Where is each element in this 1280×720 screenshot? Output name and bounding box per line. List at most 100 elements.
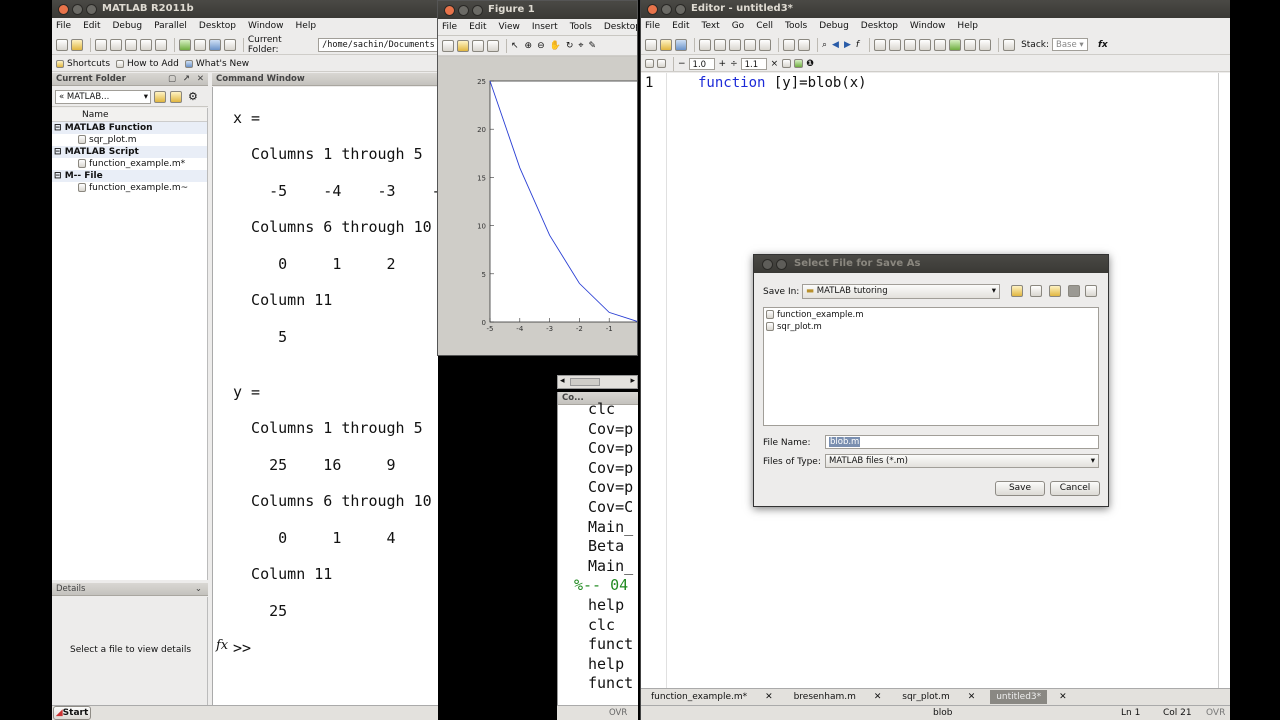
details-view-icon[interactable] [1085, 285, 1097, 297]
home-icon[interactable] [1030, 285, 1042, 297]
copy-icon[interactable] [714, 38, 726, 51]
menu-debug[interactable]: Debug [113, 21, 143, 31]
redo-icon[interactable] [154, 38, 167, 51]
fx-browse-icon[interactable]: f [856, 40, 859, 50]
history-item[interactable]: %-- 04 [574, 576, 628, 594]
history-item[interactable]: help [588, 596, 624, 614]
simulink-icon[interactable] [178, 38, 191, 51]
run-icon[interactable] [949, 38, 962, 51]
ed-menu-edit[interactable]: Edit [672, 21, 689, 31]
tree-group[interactable]: ⊟ MATLAB Function [52, 122, 207, 134]
tab-close-icon[interactable]: ✕ [868, 690, 888, 704]
history-item[interactable]: help [588, 655, 624, 673]
fig-menu-edit[interactable]: Edit [469, 22, 486, 32]
close-icon[interactable] [647, 4, 658, 15]
pointer-icon[interactable]: ↖ [511, 41, 519, 51]
tree-file[interactable]: function_example.m~ [52, 182, 207, 194]
create-folder-icon[interactable] [1049, 285, 1061, 297]
tab-close-icon[interactable]: ✕ [759, 690, 779, 704]
ed-menu-tools[interactable]: Tools [785, 21, 807, 31]
file-item[interactable]: function_example.m [766, 310, 864, 320]
copy-icon[interactable] [109, 38, 122, 51]
tab-close-icon[interactable]: ✕ [962, 690, 982, 704]
data-cursor-icon[interactable]: ⌖ [578, 41, 583, 51]
tree-file[interactable]: sqr_plot.m [52, 134, 207, 146]
zoom-out-icon[interactable]: ⊖ [537, 41, 545, 51]
cell-advance-icon[interactable] [794, 59, 804, 68]
forward-icon[interactable]: ▶ [844, 40, 851, 50]
multiply-icon[interactable]: × [771, 59, 779, 69]
panel-close-icon[interactable]: ✕ [197, 73, 204, 86]
minimize-icon[interactable] [72, 4, 83, 15]
new-file-icon[interactable] [645, 38, 657, 51]
close-icon[interactable] [762, 259, 773, 270]
help-browser-icon[interactable] [223, 38, 236, 51]
pan-icon[interactable]: ✋ [550, 41, 561, 51]
save-in-select[interactable]: ▬ MATLAB tutoring ▾ [802, 284, 1000, 299]
tree-group[interactable]: ⊟ M-- File [52, 170, 207, 182]
tab-function-example[interactable]: function_example.m* [645, 690, 753, 704]
cell-eval-icon[interactable] [657, 59, 666, 68]
whats-new-link[interactable]: What's New [196, 59, 249, 69]
cut-icon[interactable] [94, 38, 107, 51]
history-item[interactable]: Beta [588, 537, 624, 555]
open-folder-icon[interactable] [660, 38, 672, 51]
paste-icon[interactable] [124, 38, 137, 51]
fx-icon[interactable]: fx [1098, 40, 1108, 50]
print-icon[interactable] [783, 38, 795, 51]
history-item[interactable]: clc [588, 616, 615, 634]
how-to-add-link[interactable]: How to Add [127, 59, 179, 69]
menu-window[interactable]: Window [248, 21, 284, 31]
fig-menu-tools[interactable]: Tools [570, 22, 592, 32]
brush-icon[interactable]: ✎ [588, 41, 596, 51]
menu-edit[interactable]: Edit [83, 21, 100, 31]
maximize-icon[interactable] [776, 259, 787, 270]
file-item[interactable]: sqr_plot.m [766, 322, 822, 332]
new-folder-icon[interactable] [170, 91, 182, 103]
scroll-thumb[interactable] [570, 378, 600, 386]
up-one-level-icon[interactable] [1011, 285, 1023, 297]
paste-icon[interactable] [729, 38, 741, 51]
tree-file[interactable]: function_example.m* [52, 158, 207, 170]
history-item[interactable]: Cov=p [588, 459, 633, 477]
stack-select[interactable]: Base ▾ [1052, 38, 1089, 51]
list-view-icon[interactable] [1068, 285, 1080, 297]
stack-icon[interactable] [1003, 38, 1016, 51]
files-of-type-select[interactable]: MATLAB files (*.m) ▾ [825, 454, 1099, 468]
new-file-icon[interactable] [56, 38, 68, 51]
ed-menu-cell[interactable]: Cell [756, 21, 773, 31]
fx-icon[interactable]: fx [216, 638, 228, 653]
back-icon[interactable]: ◀ [832, 40, 839, 50]
menu-parallel[interactable]: Parallel [154, 21, 187, 31]
history-item[interactable]: Main_ [588, 518, 633, 536]
close-icon[interactable] [58, 4, 69, 15]
command-prompt[interactable]: >> [233, 639, 251, 657]
ed-menu-help[interactable]: Help [957, 21, 978, 31]
increment-field-1[interactable]: 1.0 [688, 57, 715, 70]
panel-undock-icon[interactable]: ↗ [183, 73, 190, 86]
fig-menu-insert[interactable]: Insert [532, 22, 558, 32]
tree-group[interactable]: ⊟ MATLAB Script [52, 146, 207, 158]
undo-icon[interactable] [139, 38, 152, 51]
find-icon[interactable] [798, 38, 810, 51]
ed-menu-debug[interactable]: Debug [819, 21, 849, 31]
maximize-icon[interactable] [472, 5, 483, 16]
panel-maximize-icon[interactable]: ▢ [168, 73, 176, 86]
save-button[interactable]: Save [995, 481, 1045, 496]
cancel-button[interactable]: Cancel [1050, 481, 1100, 496]
continue-icon[interactable] [964, 38, 977, 51]
step-in-icon[interactable] [919, 38, 932, 51]
fig-menu-view[interactable]: View [499, 22, 520, 32]
menu-help[interactable]: Help [296, 21, 317, 31]
new-figure-icon[interactable] [442, 39, 454, 52]
increment-icon[interactable]: + [719, 59, 727, 69]
binoculars-icon[interactable]: ⌕ [822, 40, 827, 50]
info-icon[interactable]: ❶ [806, 59, 814, 69]
name-column-header[interactable]: Name [52, 108, 207, 122]
code-line[interactable]: function [y]=blob(x) [698, 75, 867, 91]
tab-untitled3[interactable]: untitled3* [990, 690, 1048, 704]
ed-menu-window[interactable]: Window [910, 21, 946, 31]
zoom-in-icon[interactable]: ⊕ [525, 41, 533, 51]
fig-menu-desktop[interactable]: Desktop [604, 22, 637, 32]
ed-menu-desktop[interactable]: Desktop [861, 21, 898, 31]
